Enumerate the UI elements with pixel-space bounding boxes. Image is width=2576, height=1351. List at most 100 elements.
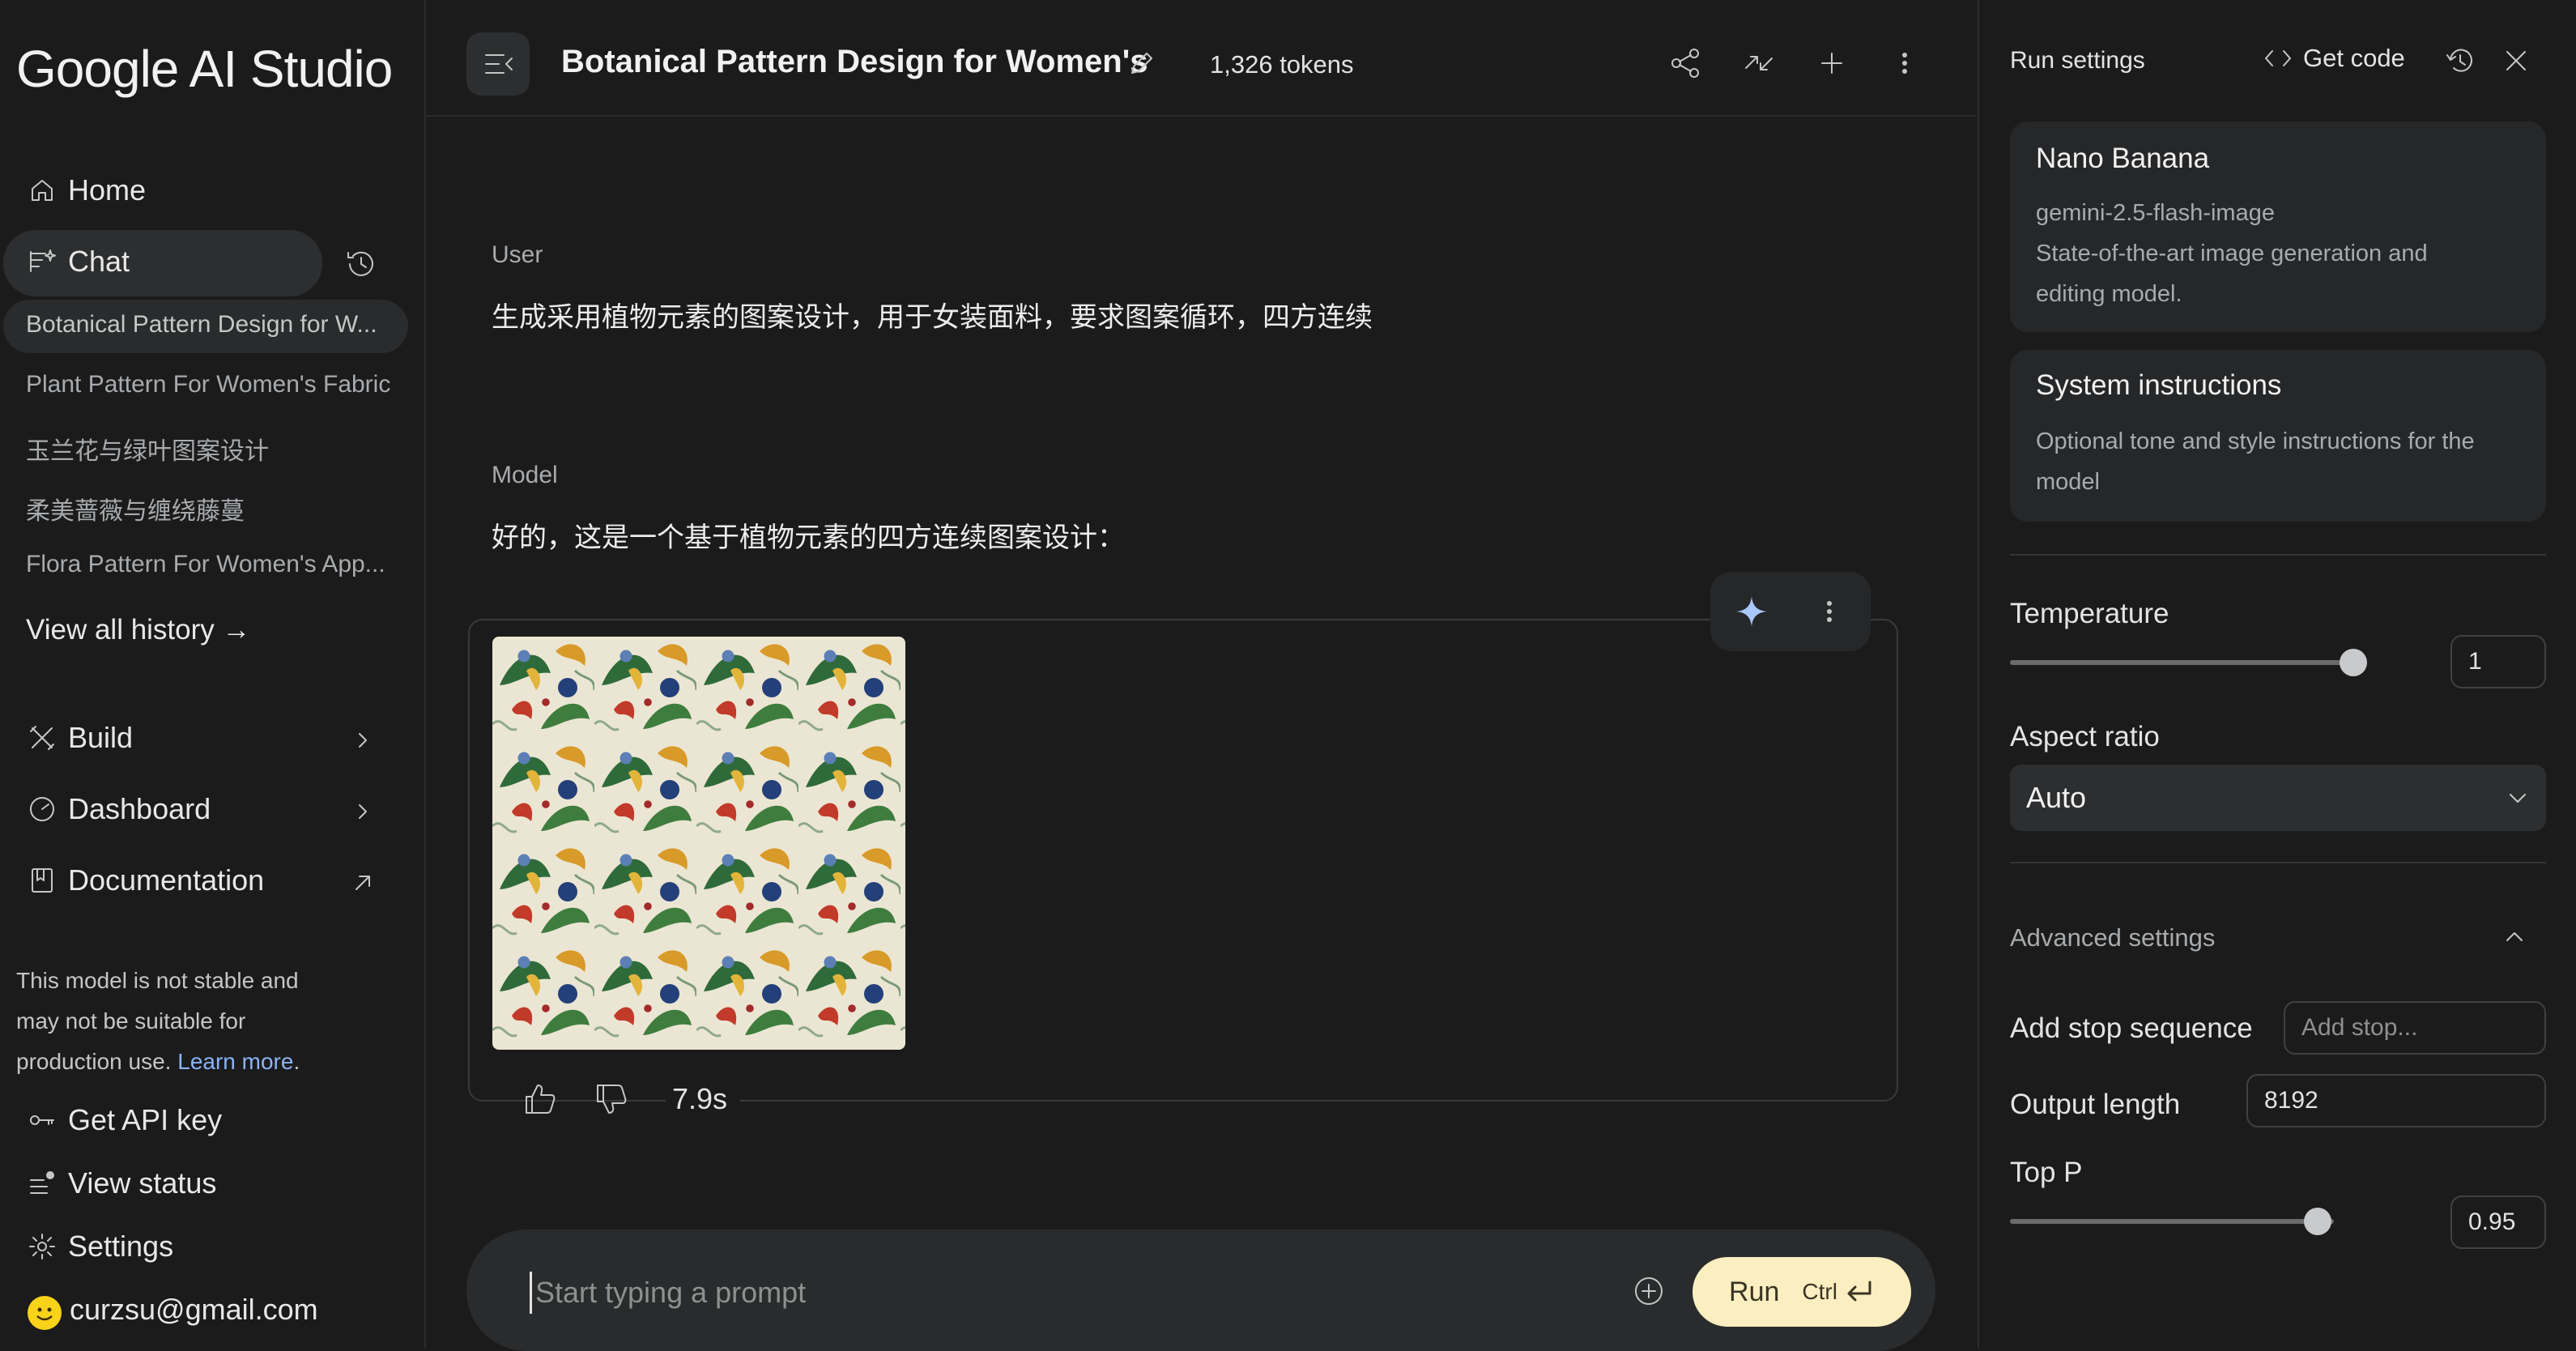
- book-icon: [32, 868, 53, 893]
- top-p-slider-thumb[interactable]: [2304, 1208, 2331, 1235]
- temperature-slider-thumb[interactable]: [2340, 649, 2367, 676]
- learn-more-link[interactable]: Learn more: [177, 1049, 293, 1074]
- top-p-label: Top P: [2010, 1157, 2083, 1188]
- response-more-icon[interactable]: [1811, 593, 1848, 630]
- thumbs-up-icon[interactable]: [522, 1080, 559, 1118]
- top-p-value[interactable]: 0.95: [2450, 1195, 2546, 1249]
- key-icon: [30, 1115, 54, 1125]
- share-icon[interactable]: [1668, 45, 1704, 81]
- status-list-icon: [30, 1171, 54, 1194]
- nav-documentation-label: Documentation: [68, 863, 265, 897]
- chevron-down-icon: [2510, 794, 2526, 803]
- stop-sequence-input[interactable]: Add stop...: [2284, 1001, 2546, 1055]
- enter-key-icon: [1847, 1281, 1871, 1302]
- user-message: 生成采用植物元素的图案设计，用于女装面料，要求图案循环，四方连续: [492, 302, 1373, 333]
- nav-home[interactable]: Home: [28, 173, 146, 207]
- divider: [2010, 862, 2546, 863]
- nav-home-label: Home: [68, 173, 147, 207]
- app-logo[interactable]: Google AI Studio: [16, 39, 393, 99]
- temperature-slider-track[interactable]: [2010, 660, 2353, 665]
- aspect-ratio-label: Aspect ratio: [2010, 721, 2160, 752]
- run-shortcut: Ctrl: [1802, 1279, 1875, 1305]
- model-description: editing model.: [2036, 281, 2182, 307]
- nav-chat[interactable]: Chat: [28, 245, 130, 279]
- chevron-up-icon[interactable]: [2501, 923, 2528, 951]
- model-disclaimer: This model is not stable and may not be …: [16, 968, 300, 1074]
- divider: [2010, 554, 2546, 556]
- edit-pencil-icon[interactable]: [1126, 47, 1158, 79]
- avatar[interactable]: [28, 1296, 62, 1330]
- token-count: 1,326 tokens: [1210, 50, 1354, 79]
- model-message: 好的，这是一个基于植物元素的四方连续图案设计：: [492, 522, 1125, 553]
- compare-icon[interactable]: [1741, 45, 1777, 81]
- nav-build[interactable]: Build: [28, 721, 133, 755]
- top-p-slider-track[interactable]: [2010, 1219, 2334, 1224]
- run-settings-title: Run settings: [2010, 47, 2145, 74]
- model-id: gemini-2.5-flash-image: [2036, 200, 2275, 226]
- generated-image[interactable]: [492, 637, 905, 1050]
- temperature-label: Temperature: [2010, 598, 2169, 629]
- nav-documentation[interactable]: Documentation: [28, 863, 264, 897]
- more-vert-icon[interactable]: [1887, 45, 1922, 81]
- prompt-input[interactable]: [530, 1272, 1590, 1314]
- toggle-sidebar-button[interactable]: [466, 32, 530, 96]
- nav-settings[interactable]: Settings: [28, 1230, 173, 1264]
- system-instructions-card[interactable]: System instructions Optional tone and st…: [2010, 350, 2546, 522]
- nav-api-key-label: Get API key: [68, 1103, 223, 1136]
- history-item[interactable]: Plant Pattern For Women's Fabric: [26, 371, 407, 398]
- output-length-label: Output length: [2010, 1089, 2181, 1120]
- collapse-menu-icon: [485, 54, 513, 74]
- nav-dashboard-label: Dashboard: [68, 792, 211, 825]
- chat-title[interactable]: Botanical Pattern Design for Women's: [561, 44, 1147, 80]
- account-email[interactable]: curzsu@gmail.com: [70, 1293, 318, 1327]
- chat-spark-icon: [30, 249, 56, 272]
- model-description: State-of-the-art image generation and: [2036, 241, 2428, 266]
- nav-settings-label: Settings: [68, 1230, 174, 1263]
- system-instructions-desc: Optional tone and style instructions for…: [2036, 428, 2475, 454]
- nav-api-key[interactable]: Get API key: [28, 1103, 222, 1137]
- close-icon[interactable]: [2501, 45, 2531, 76]
- user-role-label: User: [492, 241, 543, 268]
- system-instructions-title: System instructions: [2036, 369, 2282, 401]
- sparkle-icon[interactable]: [1733, 593, 1770, 630]
- advanced-settings-label[interactable]: Advanced settings: [2010, 923, 2215, 953]
- new-chat-plus-icon[interactable]: [1814, 45, 1850, 81]
- reset-settings-icon[interactable]: [2444, 44, 2478, 78]
- run-button[interactable]: Run Ctrl: [1692, 1257, 1911, 1327]
- nav-status-label: View status: [68, 1166, 217, 1200]
- view-all-history-link[interactable]: View all history →: [26, 614, 251, 646]
- model-selector-card[interactable]: Nano Banana gemini-2.5-flash-image State…: [2010, 121, 2546, 332]
- stop-sequence-label: Add stop sequence: [2010, 1012, 2253, 1044]
- chevron-right-icon: [359, 733, 367, 748]
- build-tools-icon: [30, 726, 54, 750]
- model-name: Nano Banana: [2036, 143, 2210, 174]
- nav-build-label: Build: [68, 721, 134, 754]
- temperature-value[interactable]: 1: [2450, 635, 2546, 688]
- external-link-icon: [356, 876, 370, 890]
- response-time: 7.9s: [666, 1082, 741, 1116]
- history-item[interactable]: 玉兰花与绿叶图案设计: [26, 431, 407, 467]
- response-actions: [1710, 572, 1871, 651]
- output-length-input[interactable]: 8192: [2246, 1074, 2546, 1127]
- gear-icon: [29, 1234, 55, 1259]
- history-item[interactable]: Flora Pattern For Women's App...: [26, 551, 407, 578]
- aspect-ratio-select[interactable]: Auto: [2010, 765, 2546, 831]
- add-media-icon[interactable]: [1631, 1273, 1667, 1309]
- history-icon[interactable]: [343, 246, 379, 282]
- smiley-icon: [36, 1307, 53, 1321]
- nav-status[interactable]: View status: [28, 1166, 216, 1200]
- nav-dashboard[interactable]: Dashboard: [28, 792, 211, 826]
- chevron-right-icon: [359, 804, 367, 819]
- thumbs-down-icon[interactable]: [593, 1080, 630, 1118]
- history-item[interactable]: 柔美蔷薇与缠绕藤蔓: [26, 491, 407, 526]
- model-role-label: Model: [492, 462, 558, 488]
- code-icon: [2265, 50, 2291, 66]
- get-code-button[interactable]: Get code: [2263, 44, 2405, 73]
- aspect-ratio-value: Auto: [2026, 781, 2087, 814]
- nav-chat-label: Chat: [68, 245, 130, 278]
- system-instructions-desc: model: [2036, 469, 2100, 495]
- history-item[interactable]: Botanical Pattern Design for W...: [26, 311, 407, 339]
- dashboard-gauge-icon: [30, 797, 54, 821]
- run-label: Run: [1729, 1276, 1780, 1307]
- home-icon: [32, 180, 53, 201]
